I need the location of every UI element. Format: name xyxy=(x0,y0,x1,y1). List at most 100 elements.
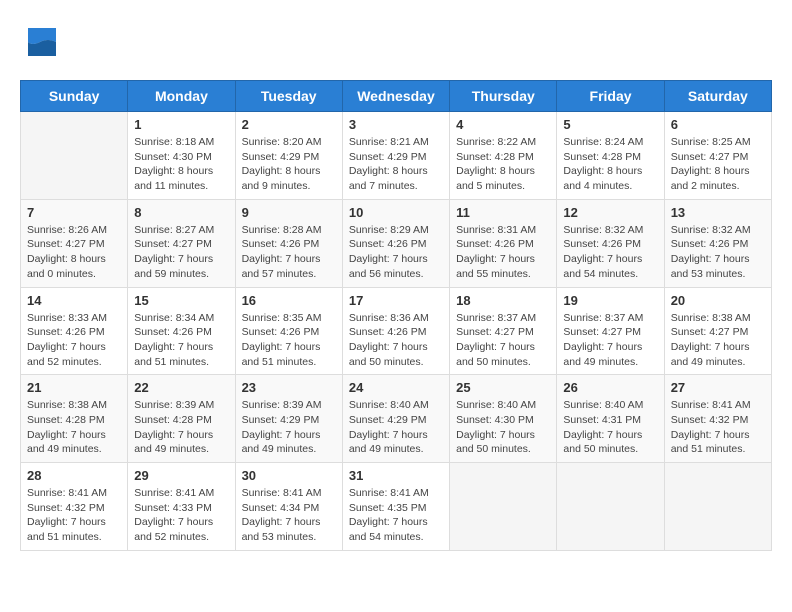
weekday-header-sunday: Sunday xyxy=(21,81,128,112)
day-number: 4 xyxy=(456,117,550,132)
calendar-cell: 17 Sunrise: 8:36 AMSunset: 4:26 PMDayligh… xyxy=(342,287,449,375)
calendar-cell: 30Sunrise: 8:41 AMSunset: 4:34 PMDayligh… xyxy=(235,463,342,551)
calendar-cell: 22Sunrise: 8:39 AMSunset: 4:28 PMDayligh… xyxy=(128,375,235,463)
calendar-cell: 11 Sunrise: 8:31 AMSunset: 4:26 PMDayligh… xyxy=(450,199,557,287)
day-number: 7 xyxy=(27,205,121,220)
day-info: Sunrise: 8:38 AMSunset: 4:28 PMDaylight:… xyxy=(27,398,121,457)
calendar-cell: 24 Sunrise: 8:40 AMSunset: 4:29 PMDayligh… xyxy=(342,375,449,463)
day-info: Sunrise: 8:34 AMSunset: 4:26 PMDaylight:… xyxy=(134,311,228,370)
day-info: Sunrise: 8:40 AMSunset: 4:30 PMDaylight:… xyxy=(456,398,550,457)
day-info: Sunrise: 8:32 AMSunset: 4:26 PMDaylight:… xyxy=(563,223,657,282)
day-info: Sunrise: 8:18 AMSunset: 4:30 PMDaylight:… xyxy=(134,135,228,194)
calendar-cell: 28 Sunrise: 8:41 AMSunset: 4:32 PMDayligh… xyxy=(21,463,128,551)
calendar-cell: 27 Sunrise: 8:41 AMSunset: 4:32 PMDayligh… xyxy=(664,375,771,463)
day-info: Sunrise: 8:36 AMSunset: 4:26 PMDaylight:… xyxy=(349,311,443,370)
day-info: Sunrise: 8:33 AMSunset: 4:26 PMDaylight:… xyxy=(27,311,121,370)
calendar-cell: 12 Sunrise: 8:32 AMSunset: 4:26 PMDayligh… xyxy=(557,199,664,287)
day-number: 11 xyxy=(456,205,550,220)
weekday-header-wednesday: Wednesday xyxy=(342,81,449,112)
day-number: 31 xyxy=(349,468,443,483)
day-info: Sunrise: 8:29 AMSunset: 4:26 PMDaylight:… xyxy=(349,223,443,282)
day-number: 12 xyxy=(563,205,657,220)
calendar-cell: 10 Sunrise: 8:29 AMSunset: 4:26 PMDayligh… xyxy=(342,199,449,287)
calendar-cell: 9 Sunrise: 8:28 AMSunset: 4:26 PMDaylight… xyxy=(235,199,342,287)
day-number: 6 xyxy=(671,117,765,132)
day-info: Sunrise: 8:41 AMSunset: 4:35 PMDaylight:… xyxy=(349,486,443,545)
day-number: 5 xyxy=(563,117,657,132)
day-number: 2 xyxy=(242,117,336,132)
day-number: 18 xyxy=(456,293,550,308)
day-number: 10 xyxy=(349,205,443,220)
calendar-header-row: SundayMondayTuesdayWednesdayThursdayFrid… xyxy=(21,81,772,112)
day-number: 8 xyxy=(134,205,228,220)
weekday-header-saturday: Saturday xyxy=(664,81,771,112)
calendar-cell: 5Sunrise: 8:24 AMSunset: 4:28 PMDaylight… xyxy=(557,112,664,200)
calendar-cell xyxy=(450,463,557,551)
day-info: Sunrise: 8:22 AMSunset: 4:28 PMDaylight:… xyxy=(456,135,550,194)
day-info: Sunrise: 8:25 AMSunset: 4:27 PMDaylight:… xyxy=(671,135,765,194)
calendar-week-row: 7 Sunrise: 8:26 AMSunset: 4:27 PMDaylight… xyxy=(21,199,772,287)
day-number: 16 xyxy=(242,293,336,308)
calendar-cell: 21Sunrise: 8:38 AMSunset: 4:28 PMDayligh… xyxy=(21,375,128,463)
day-info: Sunrise: 8:31 AMSunset: 4:26 PMDaylight:… xyxy=(456,223,550,282)
calendar-cell: 23Sunrise: 8:39 AMSunset: 4:29 PMDayligh… xyxy=(235,375,342,463)
day-info: Sunrise: 8:35 AMSunset: 4:26 PMDaylight:… xyxy=(242,311,336,370)
day-number: 24 xyxy=(349,380,443,395)
day-number: 23 xyxy=(242,380,336,395)
calendar-cell: 7 Sunrise: 8:26 AMSunset: 4:27 PMDaylight… xyxy=(21,199,128,287)
day-number: 20 xyxy=(671,293,765,308)
day-info: Sunrise: 8:41 AMSunset: 4:32 PMDaylight:… xyxy=(27,486,121,545)
day-info: Sunrise: 8:40 AMSunset: 4:29 PMDaylight:… xyxy=(349,398,443,457)
calendar-cell: 31 Sunrise: 8:41 AMSunset: 4:35 PMDayligh… xyxy=(342,463,449,551)
day-number: 14 xyxy=(27,293,121,308)
calendar-week-row: 21Sunrise: 8:38 AMSunset: 4:28 PMDayligh… xyxy=(21,375,772,463)
calendar-cell: 6 Sunrise: 8:25 AMSunset: 4:27 PMDaylight… xyxy=(664,112,771,200)
weekday-header-tuesday: Tuesday xyxy=(235,81,342,112)
page-header xyxy=(20,20,772,64)
calendar-cell xyxy=(664,463,771,551)
day-info: Sunrise: 8:37 AMSunset: 4:27 PMDaylight:… xyxy=(563,311,657,370)
weekday-header-thursday: Thursday xyxy=(450,81,557,112)
day-info: Sunrise: 8:27 AMSunset: 4:27 PMDaylight:… xyxy=(134,223,228,282)
calendar-cell: 3Sunrise: 8:21 AMSunset: 4:29 PMDaylight… xyxy=(342,112,449,200)
day-number: 3 xyxy=(349,117,443,132)
calendar-cell xyxy=(21,112,128,200)
calendar-cell: 4 Sunrise: 8:22 AMSunset: 4:28 PMDaylight… xyxy=(450,112,557,200)
calendar-week-row: 28 Sunrise: 8:41 AMSunset: 4:32 PMDayligh… xyxy=(21,463,772,551)
day-number: 17 xyxy=(349,293,443,308)
day-number: 22 xyxy=(134,380,228,395)
day-number: 19 xyxy=(563,293,657,308)
day-number: 28 xyxy=(27,468,121,483)
day-info: Sunrise: 8:32 AMSunset: 4:26 PMDaylight:… xyxy=(671,223,765,282)
day-info: Sunrise: 8:28 AMSunset: 4:26 PMDaylight:… xyxy=(242,223,336,282)
day-number: 1 xyxy=(134,117,228,132)
calendar-cell: 20 Sunrise: 8:38 AMSunset: 4:27 PMDayligh… xyxy=(664,287,771,375)
calendar-cell: 8 Sunrise: 8:27 AMSunset: 4:27 PMDaylight… xyxy=(128,199,235,287)
calendar-cell: 15 Sunrise: 8:34 AMSunset: 4:26 PMDayligh… xyxy=(128,287,235,375)
calendar-cell: 25Sunrise: 8:40 AMSunset: 4:30 PMDayligh… xyxy=(450,375,557,463)
day-info: Sunrise: 8:37 AMSunset: 4:27 PMDaylight:… xyxy=(456,311,550,370)
calendar-cell: 18 Sunrise: 8:37 AMSunset: 4:27 PMDayligh… xyxy=(450,287,557,375)
day-number: 27 xyxy=(671,380,765,395)
calendar-cell: 14 Sunrise: 8:33 AMSunset: 4:26 PMDayligh… xyxy=(21,287,128,375)
weekday-header-monday: Monday xyxy=(128,81,235,112)
logo-icon xyxy=(20,20,64,64)
calendar-week-row: 1 Sunrise: 8:18 AMSunset: 4:30 PMDaylight… xyxy=(21,112,772,200)
calendar-cell: 29 Sunrise: 8:41 AMSunset: 4:33 PMDayligh… xyxy=(128,463,235,551)
day-info: Sunrise: 8:26 AMSunset: 4:27 PMDaylight:… xyxy=(27,223,121,282)
day-info: Sunrise: 8:40 AMSunset: 4:31 PMDaylight:… xyxy=(563,398,657,457)
day-number: 15 xyxy=(134,293,228,308)
calendar-cell: 26Sunrise: 8:40 AMSunset: 4:31 PMDayligh… xyxy=(557,375,664,463)
day-info: Sunrise: 8:41 AMSunset: 4:34 PMDaylight:… xyxy=(242,486,336,545)
day-info: Sunrise: 8:41 AMSunset: 4:33 PMDaylight:… xyxy=(134,486,228,545)
calendar-cell: 1 Sunrise: 8:18 AMSunset: 4:30 PMDaylight… xyxy=(128,112,235,200)
logo xyxy=(20,20,70,64)
weekday-header-friday: Friday xyxy=(557,81,664,112)
day-number: 29 xyxy=(134,468,228,483)
calendar-cell: 16 Sunrise: 8:35 AMSunset: 4:26 PMDayligh… xyxy=(235,287,342,375)
day-info: Sunrise: 8:41 AMSunset: 4:32 PMDaylight:… xyxy=(671,398,765,457)
day-info: Sunrise: 8:38 AMSunset: 4:27 PMDaylight:… xyxy=(671,311,765,370)
calendar-cell: 19 Sunrise: 8:37 AMSunset: 4:27 PMDayligh… xyxy=(557,287,664,375)
day-number: 9 xyxy=(242,205,336,220)
calendar-cell xyxy=(557,463,664,551)
